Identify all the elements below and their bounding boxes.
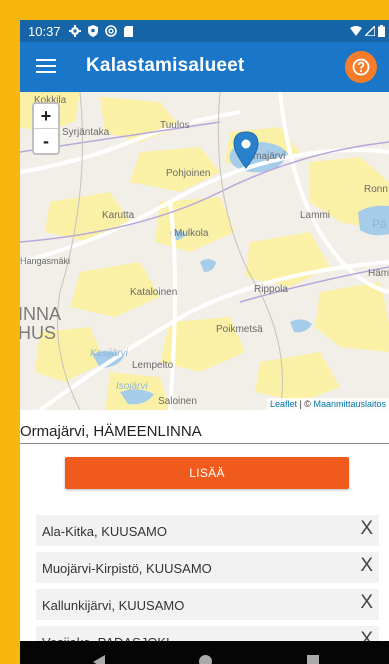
area-name: Muojärvi-Kirpistö, KUUSAMO xyxy=(42,561,212,576)
map-view[interactable]: Kokkila Syrjäntaka Tuulos Ormajärvi Pohj… xyxy=(20,92,389,410)
signal-icon xyxy=(365,26,375,36)
maanmittauslaitos-link[interactable]: Maanmittauslaitos xyxy=(313,399,386,409)
map-label: Saloinen xyxy=(158,396,197,407)
map-label: Mulkola xyxy=(174,228,209,239)
status-time: 10:37 xyxy=(28,23,61,39)
list-item: Muojärvi-Kirpistö, KUUSAMO X xyxy=(36,552,379,583)
map-label: Karutta xyxy=(102,210,135,221)
attribution-separator: | © xyxy=(296,399,314,409)
map-label: Hangasmäki xyxy=(20,256,70,266)
help-icon xyxy=(352,58,370,76)
map-label: Kataloinen xyxy=(130,287,177,298)
map-label: Tuulos xyxy=(160,120,190,131)
map-label: Kesijärvi xyxy=(90,348,129,359)
map-label: Häme xyxy=(368,268,389,279)
map-label: Lempelto xyxy=(132,360,174,371)
list-item: Kallunkijärvi, KUUSAMO X xyxy=(36,589,379,620)
area-name: Ala-Kitka, KUUSAMO xyxy=(42,524,167,539)
map-label: Isojärvi xyxy=(116,381,148,392)
map-label: Pohjoinen xyxy=(166,168,210,179)
app-screen: 10:37 Kalastamisalueet Kokkila Syrjäntak… xyxy=(20,20,389,664)
list-item: Ala-Kitka, KUUSAMO X xyxy=(36,515,379,546)
map-label: Ronn xyxy=(364,184,388,195)
leaflet-link[interactable]: Leaflet xyxy=(270,399,297,409)
sim-card-icon xyxy=(123,25,133,37)
zoom-control: + - xyxy=(32,102,60,155)
map-label: Pä xyxy=(372,217,387,231)
map-label: Rippola xyxy=(254,284,288,295)
map-label: Lammi xyxy=(300,210,330,221)
area-name: Kallunkijärvi, KUUSAMO xyxy=(42,598,185,613)
map-label: INNA xyxy=(20,304,61,324)
system-nav-bar xyxy=(20,641,389,664)
home-icon[interactable] xyxy=(199,655,212,664)
map-label: Syrjäntaka xyxy=(62,127,110,138)
settings-icon xyxy=(68,25,81,37)
back-icon[interactable] xyxy=(93,655,105,664)
help-button[interactable] xyxy=(345,51,377,83)
selected-area-field[interactable]: Ormajärvi, HÄMEENLINNA xyxy=(20,421,389,444)
zoom-in-button[interactable]: + xyxy=(34,104,58,128)
remove-button[interactable]: X xyxy=(360,555,373,577)
page-title: Kalastamisalueet xyxy=(86,55,245,76)
wifi-icon xyxy=(350,26,362,36)
map-label: HUS xyxy=(20,323,56,343)
remove-button[interactable]: X xyxy=(360,592,373,614)
at-sign-icon xyxy=(104,25,117,37)
hamburger-menu-icon[interactable] xyxy=(36,56,56,76)
shield-icon xyxy=(87,25,98,37)
map-attribution: Leaflet | © Maanmittauslaitos xyxy=(266,398,389,410)
map-tiles[interactable]: Kokkila Syrjäntaka Tuulos Ormajärvi Pohj… xyxy=(20,92,389,410)
zoom-out-button[interactable]: - xyxy=(34,128,58,153)
app-bar: Kalastamisalueet xyxy=(20,42,389,92)
recents-icon[interactable] xyxy=(307,655,319,664)
map-label: Poikmetsä xyxy=(216,324,263,335)
status-bar: 10:37 xyxy=(20,20,389,42)
add-button[interactable]: LISÄÄ xyxy=(65,457,349,489)
battery-icon xyxy=(378,25,385,37)
selected-area-value: Ormajärvi, HÄMEENLINNA xyxy=(20,423,202,440)
remove-button[interactable]: X xyxy=(360,518,373,540)
